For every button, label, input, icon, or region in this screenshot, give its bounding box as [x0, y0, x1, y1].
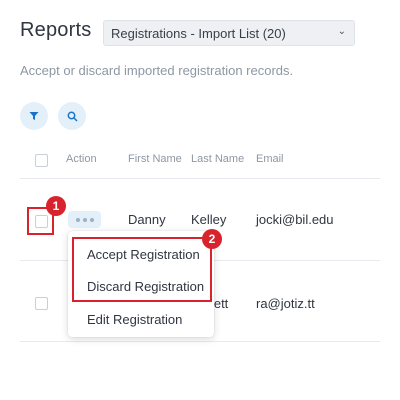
column-header-action: Action [66, 153, 97, 165]
column-header-email: Email [256, 153, 284, 165]
report-select[interactable]: Registrations - Import List (20) ⌄ [103, 20, 355, 46]
more-dot-icon [82, 217, 87, 222]
filter-button[interactable] [20, 102, 48, 130]
more-dot-icon [75, 217, 80, 222]
column-header-last-name: Last Name [191, 153, 245, 165]
row-last-name: Kelley [191, 212, 227, 227]
row-first-name: Danny [128, 212, 166, 227]
annotation-badge-2: 2 [202, 229, 222, 249]
column-header-first-name: First Name [128, 153, 182, 165]
search-icon [67, 111, 78, 122]
row-action-button[interactable] [68, 211, 101, 228]
search-button[interactable] [58, 102, 86, 130]
more-dot-icon [89, 217, 94, 222]
header-divider [20, 178, 380, 179]
annotation-badge-1: 1 [46, 196, 66, 216]
report-select-value: Registrations - Import List (20) [111, 26, 286, 41]
row-email: ra@jotiz.tt [256, 296, 315, 311]
select-all-checkbox[interactable] [35, 154, 48, 167]
chevron-down-icon: ⌄ [337, 26, 346, 37]
row-email: jocki@bil.edu [256, 212, 334, 227]
row-divider [20, 341, 380, 342]
highlight-menu-items [72, 237, 212, 302]
row-checkbox[interactable] [35, 297, 48, 310]
page-subtitle: Accept or discard imported registration … [20, 63, 294, 78]
page-title: Reports [20, 19, 92, 41]
row-checkbox[interactable] [35, 215, 48, 228]
menu-item-edit-registration[interactable]: Edit Registration [87, 312, 182, 327]
filter-icon [29, 112, 39, 120]
